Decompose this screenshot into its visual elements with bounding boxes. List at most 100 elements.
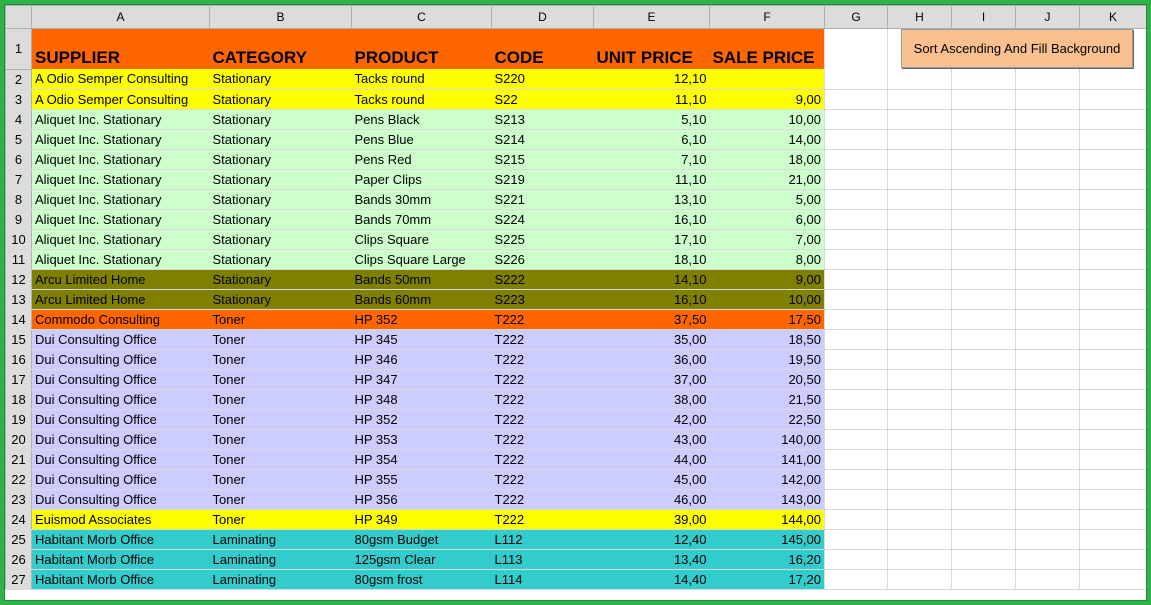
cell-supplier[interactable]: Aliquet Inc. Stationary [31,109,210,130]
cell-code[interactable]: T222 [491,449,594,470]
cell-sale[interactable]: 20,50 [709,369,825,390]
cell-sale[interactable]: 5,00 [709,189,825,210]
empty-cell[interactable] [951,289,1016,310]
empty-cell[interactable] [887,509,952,530]
cell-supplier[interactable]: Dui Consulting Office [31,389,210,410]
cell-supplier[interactable]: Habitant Morb Office [31,549,210,570]
empty-cell[interactable] [1015,129,1080,150]
cell-code[interactable]: S22 [491,89,594,110]
empty-cell[interactable] [887,249,952,270]
row-header[interactable]: 3 [5,88,32,110]
empty-cell[interactable] [824,329,888,350]
cell-product[interactable]: HP 347 [351,369,492,390]
cell-product[interactable]: HP 348 [351,389,492,410]
empty-cell[interactable] [1015,69,1080,90]
row-header[interactable]: 2 [5,68,32,90]
cell-supplier[interactable]: Dui Consulting Office [31,489,210,510]
cell-unit[interactable]: 17,10 [593,229,710,250]
empty-cell[interactable] [951,189,1016,210]
empty-cell[interactable] [1079,549,1146,570]
empty-cell[interactable] [951,149,1016,170]
row-header[interactable]: 4 [5,108,32,130]
cell-category[interactable]: Stationary [209,289,352,310]
empty-cell[interactable] [1015,209,1080,230]
cell-product[interactable]: 80gsm frost [351,569,492,590]
cell-sale[interactable]: 9,00 [709,269,825,290]
empty-cell[interactable] [1015,489,1080,510]
cell-category[interactable]: Stationary [209,69,352,90]
cell-category[interactable]: Toner [209,329,352,350]
cell-unit[interactable]: 12,10 [593,69,710,90]
header-product[interactable]: PRODUCT [351,28,492,69]
cell-category[interactable]: Stationary [209,249,352,270]
column-header-d[interactable]: D [491,5,594,29]
empty-cell[interactable] [887,309,952,330]
cell-product[interactable]: HP 345 [351,329,492,350]
cell-code[interactable]: S214 [491,129,594,150]
row-header[interactable]: 9 [5,208,32,230]
empty-cell[interactable] [887,149,952,170]
cell-supplier[interactable]: Aliquet Inc. Stationary [31,209,210,230]
empty-cell[interactable] [1015,529,1080,550]
cell-code[interactable]: S224 [491,209,594,230]
empty-cell[interactable] [1079,309,1146,330]
row-header[interactable]: 25 [5,528,32,550]
empty-cell[interactable] [1079,389,1146,410]
sort-ascending-button[interactable]: Sort Ascending And Fill Background [901,29,1133,68]
column-header-a[interactable]: A [31,5,210,29]
cell-code[interactable]: T222 [491,349,594,370]
cell-category[interactable]: Toner [209,509,352,530]
empty-cell[interactable] [824,569,888,590]
cell-unit[interactable]: 18,10 [593,249,710,270]
empty-cell[interactable] [1079,289,1146,310]
empty-cell[interactable] [951,169,1016,190]
cell-unit[interactable]: 44,00 [593,449,710,470]
empty-cell[interactable] [951,269,1016,290]
empty-cell[interactable] [1079,509,1146,530]
cell-product[interactable]: Bands 30mm [351,189,492,210]
header-category[interactable]: CATEGORY [209,28,352,69]
cell-code[interactable]: L112 [491,529,594,550]
cell-category[interactable]: Stationary [209,229,352,250]
column-header-i[interactable]: I [951,5,1016,29]
cell-supplier[interactable]: Aliquet Inc. Stationary [31,129,210,150]
empty-cell[interactable] [1015,189,1080,210]
empty-cell[interactable] [1079,349,1146,370]
empty-cell[interactable] [1079,209,1146,230]
row-header[interactable]: 7 [5,168,32,190]
cell-unit[interactable]: 13,10 [593,189,710,210]
empty-cell[interactable] [887,69,952,90]
cell-sale[interactable]: 9,00 [709,89,825,110]
empty-cell[interactable] [1079,89,1146,110]
empty-cell[interactable] [951,469,1016,490]
cell-product[interactable]: HP 356 [351,489,492,510]
cell-product[interactable]: HP 346 [351,349,492,370]
empty-cell[interactable] [1079,569,1146,590]
cell-sale[interactable]: 10,00 [709,289,825,310]
empty-cell[interactable] [1079,449,1146,470]
cell-category[interactable]: Stationary [209,189,352,210]
empty-cell[interactable] [887,369,952,390]
empty-cell[interactable] [887,129,952,150]
cell-category[interactable]: Stationary [209,269,352,290]
empty-cell[interactable] [824,309,888,330]
row-header[interactable]: 8 [5,188,32,210]
row-header[interactable]: 17 [5,368,32,390]
cell-supplier[interactable]: A Odio Semper Consulting [31,69,210,90]
cell-category[interactable]: Toner [209,389,352,410]
empty-cell[interactable] [824,269,888,290]
empty-cell[interactable] [887,169,952,190]
row-header[interactable]: 23 [5,488,32,510]
cell-sale[interactable]: 6,00 [709,209,825,230]
cell-unit[interactable]: 38,00 [593,389,710,410]
empty-cell[interactable] [887,469,952,490]
cell-category[interactable]: Stationary [209,129,352,150]
empty-cell[interactable] [1079,69,1146,90]
empty-cell[interactable] [887,429,952,450]
cell-code[interactable]: S219 [491,169,594,190]
cell-supplier[interactable]: Dui Consulting Office [31,409,210,430]
cell-g1[interactable] [824,28,888,69]
empty-cell[interactable] [951,329,1016,350]
empty-cell[interactable] [887,529,952,550]
empty-cell[interactable] [824,369,888,390]
